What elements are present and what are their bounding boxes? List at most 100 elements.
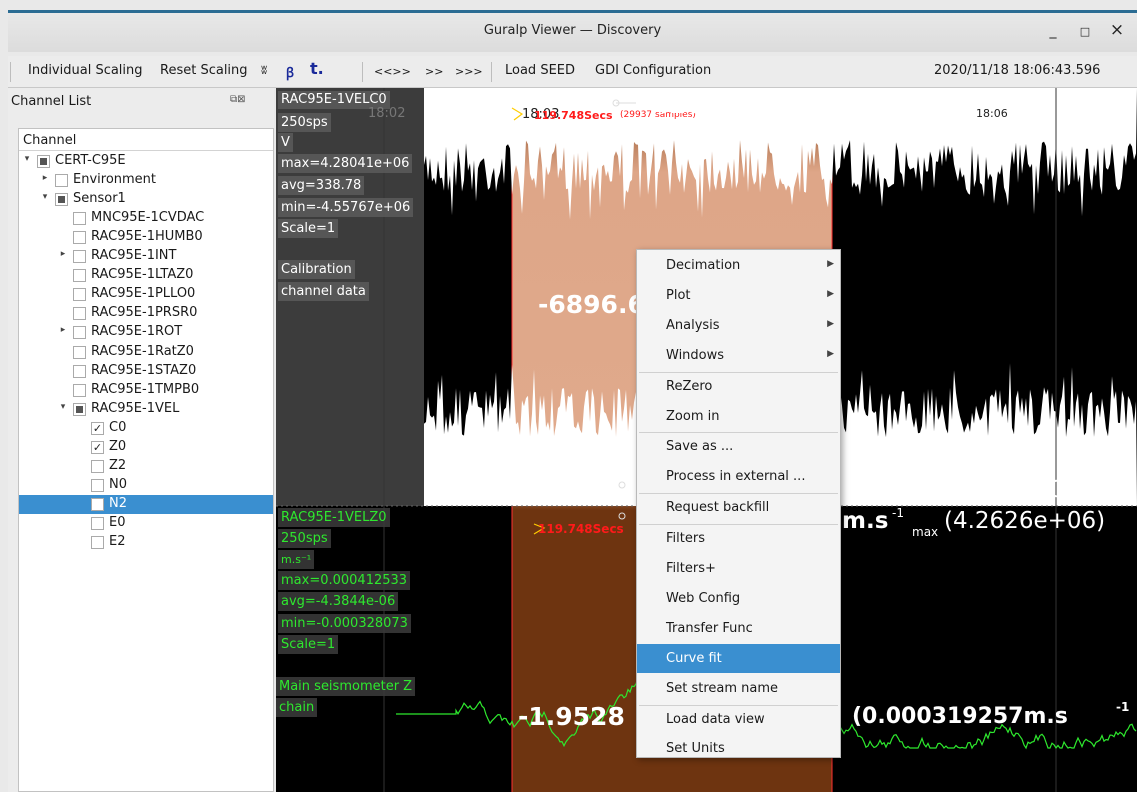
menu-item-label: Set Units	[666, 741, 725, 757]
tree-item[interactable]: N2	[19, 494, 273, 514]
checkbox[interactable]	[91, 536, 104, 549]
checkbox[interactable]	[73, 383, 86, 397]
menu-item[interactable]: Process in external ...	[637, 462, 840, 491]
checkbox[interactable]	[73, 269, 86, 283]
chevron-down-icon[interactable]: ▾	[58, 402, 68, 412]
chevron-down-icon[interactable]: ▾	[40, 192, 50, 202]
tree-item[interactable]: RAC95E-1LTAZ0	[19, 266, 273, 285]
time-icon[interactable]: t.	[310, 59, 324, 78]
gdi-configuration-button[interactable]: GDI Configuration	[595, 63, 711, 78]
tree-item[interactable]: ✓ C0	[19, 419, 273, 438]
menu-item[interactable]: Plot ▶	[637, 281, 840, 310]
tree-item[interactable]: ▾ Sensor1	[19, 190, 273, 209]
tree-item[interactable]: RAC95E-1STAZ0	[19, 362, 273, 381]
tree-item[interactable]: N0	[19, 476, 273, 495]
menu-item[interactable]: Windows ▶	[637, 341, 840, 370]
menu-item[interactable]: Transfer Func	[637, 614, 840, 643]
checkbox[interactable]	[73, 402, 86, 416]
checkbox[interactable]	[73, 212, 86, 226]
nav-end-button[interactable]: >>>	[455, 65, 483, 78]
toolbar-grip	[10, 62, 11, 82]
menu-item[interactable]: Decimation ▶	[637, 251, 840, 280]
menu-item[interactable]: Load data view	[637, 705, 840, 734]
menu-item[interactable]: Curve fit	[637, 643, 840, 673]
channel-tree[interactable]: Channel ▾ CERT-C95E ▸ Environment ▾ Sensor1 MN…	[18, 128, 274, 792]
checkbox[interactable]	[91, 516, 104, 530]
trace2-span: 119.748Secs	[538, 522, 624, 536]
trace2-desc2: chain	[276, 698, 318, 717]
nav-forward-button[interactable]: >>	[425, 65, 443, 78]
chevron-down-icon[interactable]: ▾	[22, 154, 32, 164]
tree-item[interactable]: RAC95E-1PRSR0	[19, 304, 273, 323]
tree-item[interactable]: ▾ RAC95E-1VEL	[19, 400, 273, 419]
tree-item[interactable]: RAC95E-1HUMB0	[19, 228, 273, 247]
panel-float-close-icon[interactable]: ⧉⊠	[230, 94, 246, 105]
checkbox[interactable]	[73, 326, 86, 340]
checkbox[interactable]	[73, 231, 86, 245]
menu-item[interactable]: Save as ...	[637, 432, 840, 461]
checkbox[interactable]	[73, 345, 86, 359]
waveform-icon[interactable]: ʬ	[261, 63, 267, 77]
window-title: Guralp Viewer — Discovery	[483, 23, 662, 38]
checkbox[interactable]	[37, 155, 50, 168]
checkbox[interactable]	[55, 193, 68, 207]
reset-scaling-button[interactable]: Reset Scaling	[160, 63, 248, 78]
trace1-time-left: 18:02	[368, 106, 406, 121]
chevron-right-icon[interactable]: ▸	[40, 173, 50, 183]
menu-item[interactable]: Web Config	[637, 584, 840, 613]
submenu-arrow-icon: ▶	[827, 348, 834, 359]
checkbox[interactable]	[91, 478, 104, 492]
tree-item[interactable]: ▸ RAC95E-1ROT	[19, 323, 273, 342]
tree-item[interactable]: RAC95E-1PLLO0	[19, 285, 273, 304]
tree-item[interactable]: E2	[19, 533, 273, 552]
individual-scaling-button[interactable]: Individual Scaling	[28, 63, 143, 78]
filter-icon[interactable]: ꞵ	[286, 63, 294, 81]
tree-item[interactable]: RAC95E-1RatZ0	[19, 343, 273, 362]
tree-column-header[interactable]: Channel	[19, 129, 273, 151]
menu-item[interactable]: Request backfill	[637, 493, 840, 522]
trace1-date-label: 2020/11/18 18:0	[513, 492, 622, 507]
tree-item-label: Sensor1	[73, 191, 126, 207]
checkbox[interactable]	[73, 250, 86, 264]
menu-item-label: Curve fit	[666, 650, 722, 666]
tree-item[interactable]: RAC95E-1TMPB0	[19, 381, 273, 400]
close-button[interactable]: ×	[1106, 20, 1128, 40]
tree-item[interactable]: ✓ Z0	[19, 438, 273, 457]
checkbox[interactable]: ✓	[91, 440, 104, 454]
nav-back-button[interactable]: <<>>	[374, 65, 411, 78]
checkbox[interactable]: ✓	[91, 421, 104, 435]
menu-item[interactable]: Filters+	[637, 554, 840, 583]
checkbox[interactable]	[73, 364, 86, 378]
chevron-right-icon[interactable]: ▸	[58, 249, 68, 259]
tree-item[interactable]: ▸ Environment	[19, 171, 273, 190]
trace2-desc1: Main seismometer Z	[276, 677, 416, 696]
trace2-low-right: (0.000319257m.s	[852, 704, 1068, 729]
checkbox[interactable]	[91, 459, 104, 473]
trace2-name: RAC95E-1VELZ0	[278, 508, 390, 527]
context-menu[interactable]: Decimation ▶ Plot ▶ Analysis ▶ Windows ▶ ReZero Z…	[636, 249, 841, 758]
checkbox[interactable]	[91, 497, 104, 511]
checkbox[interactable]	[73, 307, 86, 321]
minimize-button[interactable]: _	[1042, 23, 1064, 39]
menu-item[interactable]: Set stream name	[637, 674, 840, 703]
tree-item[interactable]: Z2	[19, 457, 273, 476]
checkbox[interactable]	[73, 288, 86, 302]
menu-item[interactable]: Filters	[637, 524, 840, 553]
menu-item-label: Filters+	[666, 561, 716, 576]
load-seed-button[interactable]: Load SEED	[505, 63, 575, 78]
menu-item[interactable]: Analysis ▶	[637, 311, 840, 340]
menu-item[interactable]: Zoom in	[637, 402, 840, 431]
menu-item[interactable]: ReZero	[637, 372, 840, 401]
maximize-button[interactable]: □	[1074, 25, 1096, 38]
tree-item[interactable]: ▾ CERT-C95E	[19, 152, 273, 171]
checkbox[interactable]	[55, 174, 68, 188]
menu-item-label: Transfer Func	[666, 620, 753, 636]
tree-item[interactable]: E0	[19, 514, 273, 533]
tree-item[interactable]: ▸ RAC95E-1INT	[19, 247, 273, 266]
tree-item[interactable]: MNC95E-1CVDAC	[19, 209, 273, 228]
chevron-right-icon[interactable]: ▸	[58, 325, 68, 335]
trace2-low-exp: -1	[1116, 700, 1130, 714]
menu-item[interactable]: Set Units	[637, 734, 840, 763]
title-bar[interactable]: Guralp Viewer — Discovery _ □ ×	[8, 10, 1137, 52]
menu-item-label: Plot	[666, 287, 691, 303]
